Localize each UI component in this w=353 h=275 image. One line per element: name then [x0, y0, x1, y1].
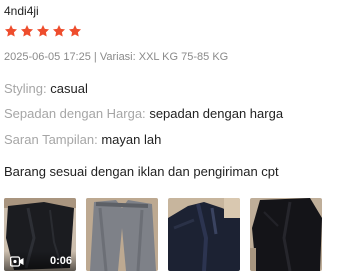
attribute-label: Saran Tampilan: — [4, 132, 98, 147]
review-image-thumbnail[interactable] — [250, 198, 322, 271]
star-icon — [4, 25, 18, 37]
review-comment: Barang sesuai dengan iklan dan pengirima… — [4, 164, 279, 179]
review-video-thumbnail[interactable]: 0:06 — [4, 198, 76, 271]
review-image-thumbnail[interactable] — [168, 198, 240, 271]
review-photo — [250, 198, 322, 271]
star-icon — [52, 25, 66, 37]
attribute-appearance: Saran Tampilan: mayan lah — [4, 132, 161, 148]
star-rating — [4, 24, 82, 38]
star-icon — [36, 25, 50, 37]
video-camera-icon — [10, 255, 24, 267]
review-image-thumbnail[interactable] — [86, 198, 158, 271]
attribute-price-match: Sepadan dengan Harga: sepadan dengan har… — [4, 106, 283, 122]
video-duration: 0:06 — [49, 255, 72, 267]
attribute-label: Sepadan dengan Harga: — [4, 106, 146, 121]
star-icon — [68, 25, 82, 37]
video-badge: 0:06 — [4, 251, 76, 271]
attribute-value: sepadan dengan harga — [149, 106, 284, 121]
reviewer-username[interactable]: 4ndi4ji — [4, 4, 39, 18]
star-icon — [20, 25, 34, 37]
review-photo — [86, 198, 158, 271]
attribute-label: Styling: — [4, 81, 47, 96]
attribute-value: casual — [50, 81, 88, 96]
review-photo — [168, 198, 240, 271]
attribute-styling: Styling: casual — [4, 81, 88, 97]
review-meta: 2025-06-05 17:25 | Variasi: XXL KG 75-85… — [4, 51, 229, 63]
attribute-value: mayan lah — [101, 132, 162, 147]
review-media-list: 0:06 — [4, 198, 322, 271]
